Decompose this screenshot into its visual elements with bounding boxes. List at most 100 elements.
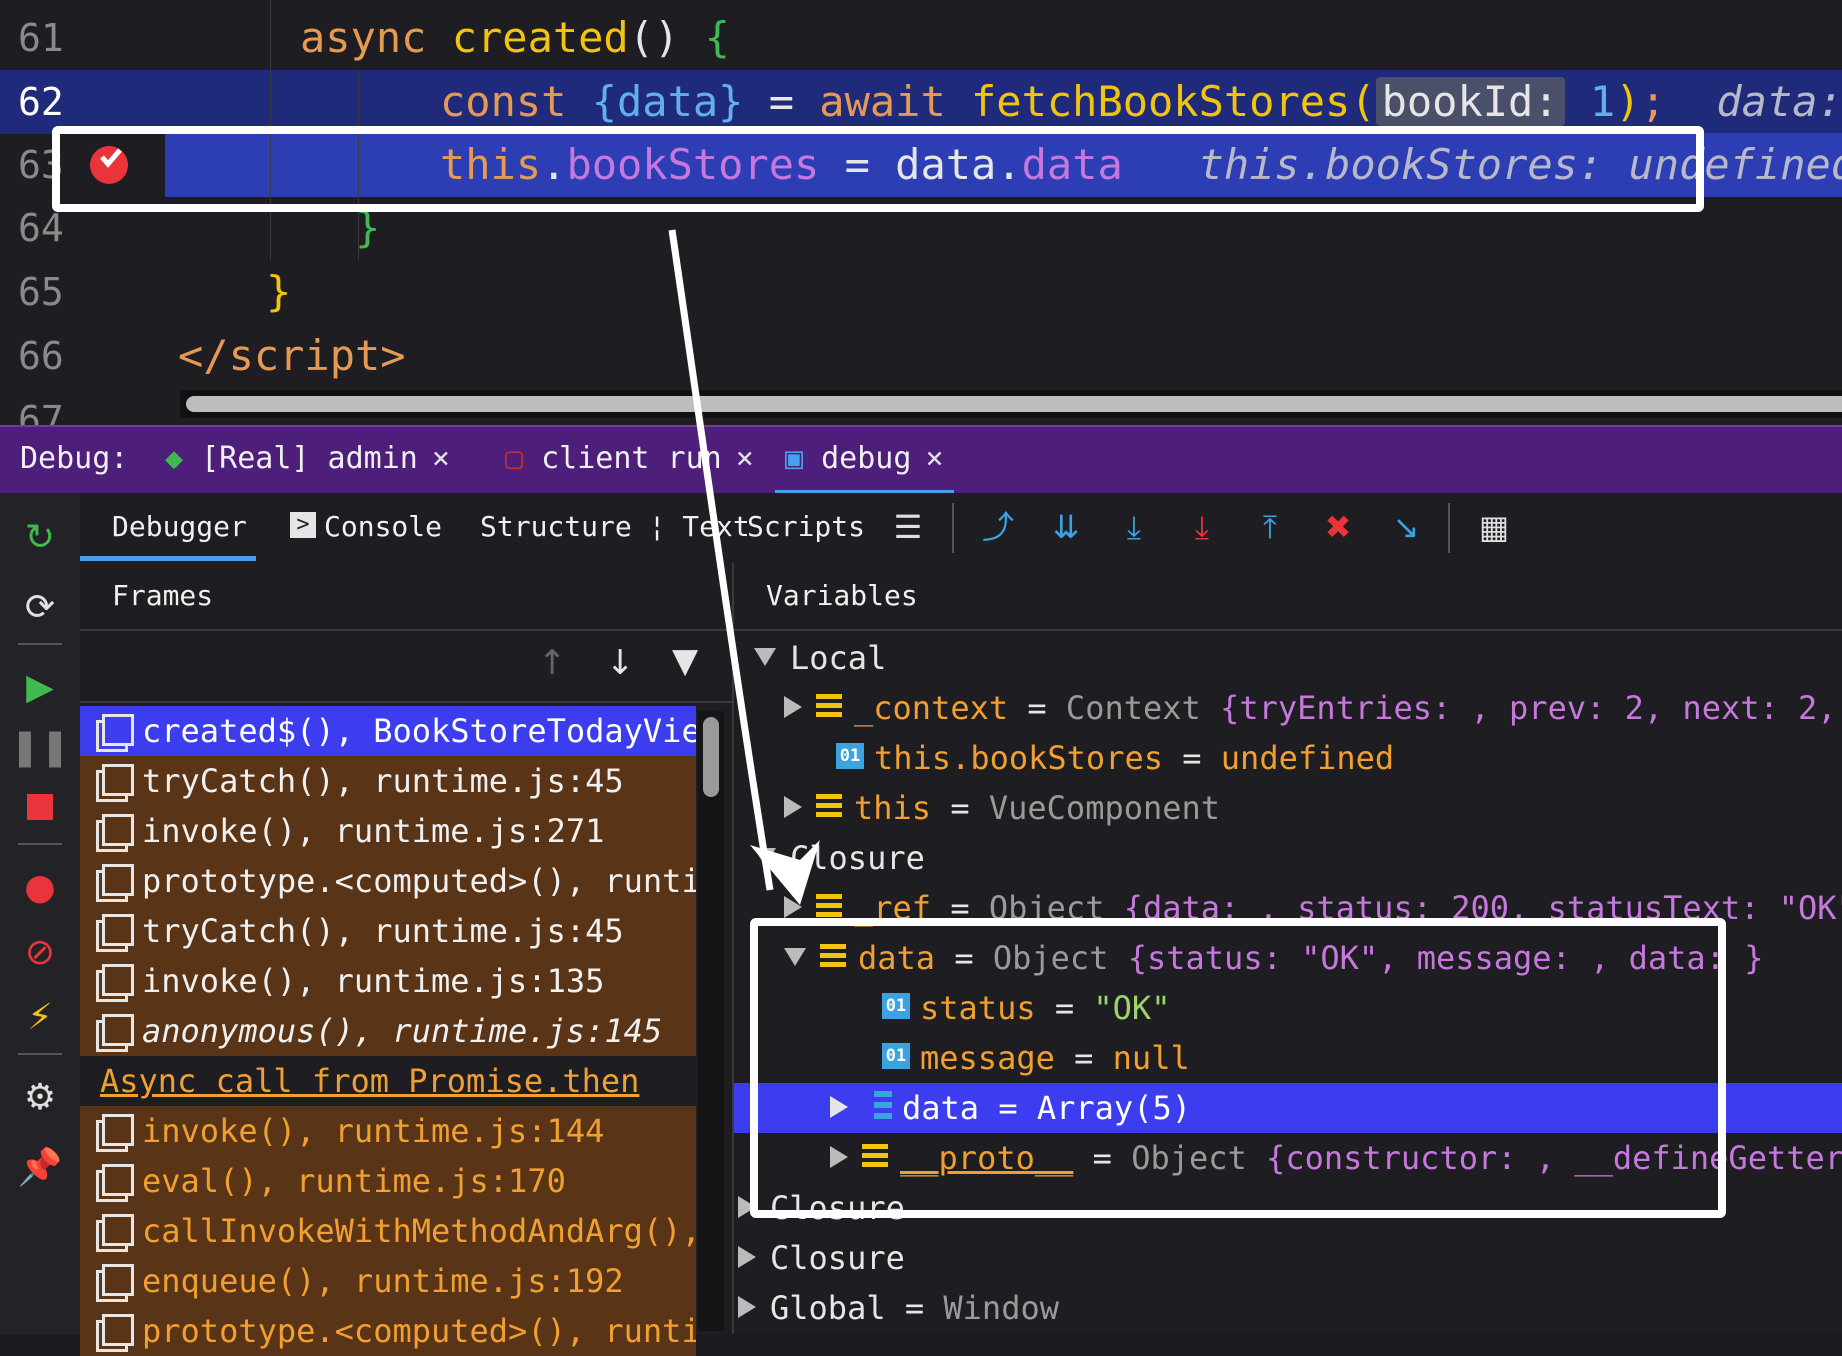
close-icon[interactable]: × [432, 441, 450, 476]
global-scope-row[interactable]: Global = Window [738, 1283, 1842, 1333]
tab-scripts[interactable]: Scripts [747, 493, 865, 563]
frame-row[interactable]: invoke(), runtime.js:271 [80, 806, 696, 856]
code-token: </ [178, 331, 229, 380]
var-value: undefined [1220, 739, 1395, 777]
frame-icon [102, 1114, 134, 1146]
step-over-icon[interactable]: ⇊ [1046, 507, 1086, 547]
frames-scrollbar[interactable] [698, 711, 724, 1331]
variables-header: Variables [734, 563, 1842, 631]
var-fields: {tryEntries: , prev: 2, next: 2, _sent: … [1220, 689, 1842, 727]
code-token: {data} [591, 77, 744, 126]
rerun-icon[interactable]: ↻ [16, 513, 64, 561]
code-token: > [380, 331, 406, 380]
frame-row[interactable]: enqueue(), runtime.js:192 [80, 1256, 696, 1306]
frame-row[interactable]: anonymous(), runtime.js:145 [80, 1006, 696, 1056]
stop-icon[interactable] [16, 783, 64, 831]
var-row-this[interactable]: this = VueComponent [784, 783, 1842, 833]
debug-window-icon: ▣ [785, 441, 804, 476]
var-type: Context [1065, 689, 1201, 727]
frame-row[interactable]: prototype.<computed>(), runtime.js: [80, 856, 696, 906]
local-scope-row[interactable]: Local [754, 633, 1842, 683]
close-icon[interactable]: × [736, 441, 754, 476]
frame-row[interactable]: tryCatch(), runtime.js:45 [80, 906, 696, 956]
frame-label: invoke(), runtime.js:135 [142, 962, 605, 1000]
restart-icon[interactable]: ⟳ [16, 583, 64, 631]
code-token: await [819, 77, 972, 126]
active-tab-indicator [80, 556, 256, 561]
code-token: () [628, 13, 705, 62]
evaluate-expression-icon[interactable]: ▦ [1474, 507, 1514, 547]
frame-row[interactable]: callInvokeWithMethodAndArg(), runt: [80, 1206, 696, 1256]
code-token: ) [1615, 77, 1641, 126]
settings-gear-icon[interactable]: ⚙ [16, 1073, 64, 1121]
async-separator[interactable]: Async call from Promise.then [80, 1056, 696, 1106]
frame-label: invoke(), runtime.js:144 [142, 1112, 605, 1150]
frame-row[interactable]: tryCatch(), runtime.js:45 [80, 756, 696, 806]
tab-console[interactable]: > Console [290, 493, 442, 563]
lightning-icon[interactable]: ⚡ [16, 993, 64, 1041]
frame-icon [102, 964, 134, 996]
frame-label: callInvokeWithMethodAndArg(), runt: [142, 1212, 696, 1250]
step-out-icon[interactable]: ⤒ [1250, 507, 1290, 547]
code-token: const [440, 77, 592, 126]
var-row-context[interactable]: _context = Context {tryEntries: , prev: … [784, 683, 1842, 733]
code-editor[interactable]: 61 async created() {62 const {data} = awai… [0, 0, 1842, 425]
tab-label: [Real] admin [201, 441, 418, 476]
menu-lines-icon[interactable]: ☰ [888, 507, 928, 547]
frame-icon [102, 1214, 134, 1246]
closure3-scope-row[interactable]: Closure [738, 1233, 1842, 1283]
code-token: script [228, 331, 381, 380]
object-icon [816, 894, 842, 918]
horizontal-scrollbar[interactable] [180, 390, 1842, 418]
frame-label: invoke(), runtime.js:271 [142, 812, 605, 850]
code-token: data: Object [1716, 77, 1842, 126]
show-execution-point-icon[interactable]: ⤴ [978, 507, 1018, 547]
debug-tool-window-tabs: Debug: ◆ [Real] admin × ▢ client run × ▣ d… [0, 425, 1842, 495]
pin-icon[interactable]: 📌 [16, 1143, 64, 1191]
frame-row[interactable]: prototype.<computed>(), runtime.js: [80, 1306, 696, 1356]
window-icon: ▢ [505, 441, 524, 476]
force-step-into-icon[interactable]: ⤓ [1182, 507, 1222, 547]
closure-scope-row[interactable]: Closure [754, 833, 1842, 883]
down-arrow-icon[interactable]: ↓ [606, 643, 635, 683]
object-icon [816, 694, 842, 718]
pause-icon[interactable]: ❚❚ [10, 723, 70, 771]
frame-row[interactable]: invoke(), runtime.js:135 [80, 956, 696, 1006]
tab-debug[interactable]: ▣ debug × [775, 427, 954, 495]
frame-row[interactable]: created$(), BookStoreTodayView.vue: [80, 706, 696, 756]
mute-breakpoints-icon[interactable]: ⊘ [16, 928, 64, 976]
collapse-icon [754, 648, 776, 666]
code-token: fetchBookStores [971, 77, 1351, 126]
resume-icon[interactable]: ▶ [16, 663, 64, 711]
view-breakpoints-icon[interactable]: ● [16, 863, 64, 911]
frame-row[interactable]: invoke(), runtime.js:144 [80, 1106, 696, 1156]
tab-debugger[interactable]: Debugger [112, 493, 247, 563]
primitive-icon: 01 [836, 743, 864, 769]
close-icon[interactable]: × [925, 441, 943, 476]
up-arrow-icon[interactable]: ↑ [538, 643, 567, 683]
debugger-subtabs: Debugger > Console Structure ¦ Text Scrip… [80, 493, 1842, 565]
tab-real-admin[interactable]: ◆ [Real] admin × [165, 427, 450, 495]
frame-label: enqueue(), runtime.js:192 [142, 1262, 624, 1300]
frame-icon [102, 814, 134, 846]
frame-row[interactable]: eval(), runtime.js:170 [80, 1156, 696, 1206]
frame-label: eval(), runtime.js:170 [142, 1162, 566, 1200]
drop-frame-icon[interactable]: ✖ [1318, 507, 1358, 547]
line-number: 62 [18, 80, 64, 124]
expand-icon [784, 896, 802, 918]
filter-icon[interactable]: ▼ [672, 641, 698, 681]
tab-label: client run [541, 441, 722, 476]
var-name: this [854, 789, 932, 827]
var-row-bookstores[interactable]: 01 this.bookStores = undefined [836, 733, 1842, 783]
var-value: VueComponent [988, 789, 1221, 827]
frame-label: prototype.<computed>(), runtime.js: [142, 1312, 696, 1350]
frame-icon [102, 1314, 134, 1346]
step-into-icon[interactable]: ⤓ [1114, 507, 1154, 547]
tab-client-run[interactable]: ▢ client run × [505, 427, 754, 495]
tab-structure-text[interactable]: Structure ¦ Text [480, 493, 750, 563]
expand-icon [784, 696, 802, 718]
frame-label: Async call from Promise.then [100, 1062, 640, 1100]
debug-side-toolbar: ↻ ⟳ ▶ ❚❚ ● ⊘ ⚡ ⚙ 📌 [0, 493, 82, 1334]
run-to-cursor-icon[interactable]: ↘ [1386, 507, 1426, 547]
frame-label: anonymous(), runtime.js:145 [142, 1012, 663, 1050]
